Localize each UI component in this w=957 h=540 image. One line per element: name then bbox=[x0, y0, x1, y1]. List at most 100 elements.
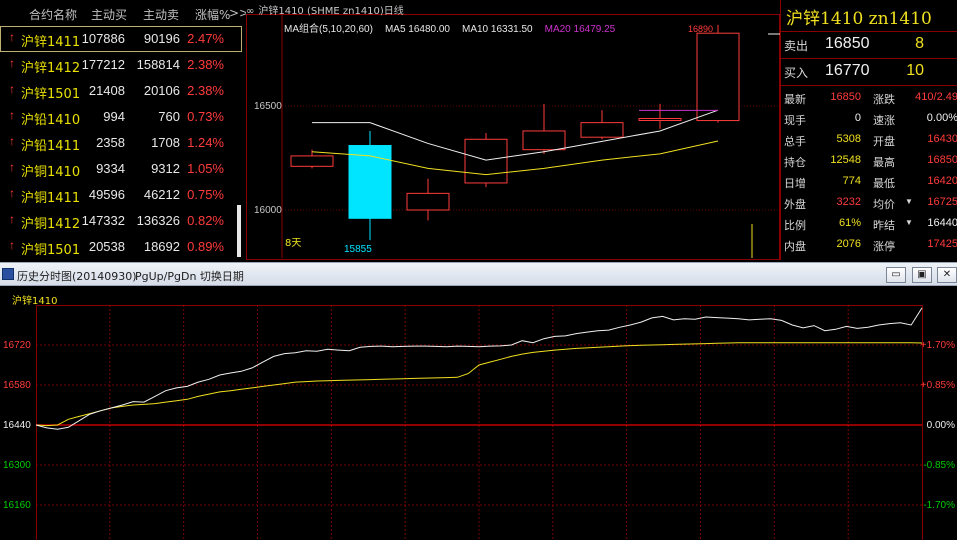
candle-body[interactable] bbox=[406, 192, 450, 211]
link-icon[interactable]: ∞ bbox=[246, 6, 254, 17]
stat-label: 昨结 bbox=[873, 219, 895, 232]
ma-legend: MA组合(5,10,20,60) MA5 16480.00 MA10 16331.5… bbox=[284, 20, 627, 35]
contract-name: 沪铜1410 bbox=[21, 165, 81, 180]
active-buy-value: 49596 bbox=[88, 187, 125, 202]
history-window-title: 历史分时图(20140930) bbox=[17, 270, 137, 283]
ask-price: 16850 bbox=[825, 35, 870, 52]
pct-tick-label: 0.00% bbox=[927, 420, 955, 431]
ma-legend-item: MA组合(5,10,20,60) bbox=[284, 24, 373, 35]
header-change-pct[interactable]: 涨幅% bbox=[195, 6, 230, 23]
stat-value: 5308 bbox=[836, 133, 861, 145]
ma-legend-item: MA5 16480.00 bbox=[384, 24, 450, 35]
bid-row: 买入 16770 10 bbox=[781, 60, 957, 84]
contract-name: 沪铜1411 bbox=[21, 191, 81, 206]
stat-label: 开盘 bbox=[873, 135, 895, 148]
bid-price: 16770 bbox=[825, 62, 870, 79]
pct-tick-label: +0.85% bbox=[921, 380, 955, 391]
up-arrow-icon: ↑ bbox=[9, 186, 15, 200]
quote-stat-row: 持仓 12548 最高 16850 bbox=[781, 151, 957, 170]
candle-body[interactable] bbox=[522, 130, 566, 151]
bid-label: 买入 bbox=[784, 66, 809, 80]
stat-value: 16725 bbox=[927, 196, 957, 208]
y-tick-label: 16000 bbox=[254, 205, 282, 216]
watchlist-row[interactable]: ↑ 沪锌1411 107886 90196 2.47% bbox=[0, 26, 242, 52]
candle-body[interactable] bbox=[348, 145, 392, 219]
daily-kline-chart[interactable]: 16500 16000 15855 16890 8天 ∞ 沪锌1410 (SHME zn1… bbox=[246, 0, 780, 260]
watchlist-row[interactable]: ↑ 沪铅1411 2358 1708 1.24% bbox=[0, 130, 242, 156]
up-arrow-icon: ↑ bbox=[9, 30, 15, 44]
watchlist-row[interactable]: ↑ 沪铅1410 994 760 0.73% bbox=[0, 104, 242, 130]
watchlist-row[interactable]: ↑ 沪锌1412 177212 158814 2.38% bbox=[0, 52, 242, 78]
price-tick-label: 16720 bbox=[3, 340, 31, 351]
quote-divider bbox=[781, 85, 957, 86]
change-pct-value: 1.24% bbox=[187, 135, 224, 150]
watchlist-scrollbar[interactable] bbox=[237, 205, 241, 257]
stat-label: 外盘 bbox=[784, 198, 806, 211]
watchlist-row[interactable]: ↑ 沪铜1501 20538 18692 0.89% bbox=[0, 234, 242, 260]
candle-body[interactable] bbox=[580, 122, 624, 138]
quote-divider bbox=[781, 58, 957, 59]
contract-name: 沪铜1501 bbox=[21, 243, 81, 258]
dropdown-arrow-icon[interactable]: ▼ bbox=[905, 197, 913, 206]
watchlist-row[interactable]: ↑ 沪铜1412 147332 136326 0.82% bbox=[0, 208, 242, 234]
ma-legend-item: MA10 16331.50 bbox=[462, 24, 533, 35]
header-active-sell[interactable]: 主动卖 bbox=[143, 6, 179, 23]
intraday-chart[interactable]: 16720 +1.70% 16580 +0.85% 16440 0.00% 16300 -0.… bbox=[0, 287, 957, 540]
stat-label: 涨停 bbox=[873, 240, 895, 253]
active-sell-value: 90196 bbox=[143, 31, 180, 46]
stat-value: 17425 bbox=[927, 238, 957, 250]
history-keys-hint: PgUp/PgDn 切换日期 bbox=[135, 270, 244, 283]
maximize-button[interactable]: ▣ bbox=[912, 267, 932, 283]
stat-label: 最低 bbox=[873, 177, 895, 190]
header-contract-name[interactable]: 合约名称 bbox=[29, 6, 77, 23]
candle-body[interactable] bbox=[696, 32, 740, 122]
active-buy-value: 9334 bbox=[96, 161, 125, 176]
pct-tick-label: +1.70% bbox=[921, 340, 955, 351]
price-tick-label: 16580 bbox=[3, 380, 31, 391]
high-price-label: 16890 bbox=[688, 24, 713, 34]
candle-body[interactable] bbox=[290, 155, 334, 167]
active-sell-value: 46212 bbox=[143, 187, 180, 202]
watchlist-row[interactable]: ↑ 沪铜1411 49596 46212 0.75% bbox=[0, 182, 242, 208]
active-sell-value: 158814 bbox=[136, 57, 180, 72]
candle-body[interactable] bbox=[464, 138, 508, 184]
stat-label: 内盘 bbox=[784, 240, 806, 253]
quote-stat-row: 最新 16850 涨跌 410/2.49 bbox=[781, 88, 957, 107]
dropdown-arrow-icon[interactable]: ▼ bbox=[905, 218, 913, 227]
active-sell-value: 9312 bbox=[151, 161, 180, 176]
active-buy-value: 107886 bbox=[81, 31, 125, 46]
up-arrow-icon: ↑ bbox=[9, 134, 15, 148]
pct-tick-label: -0.85% bbox=[923, 460, 955, 471]
quote-stat-row: 日增 774 最低 16420 bbox=[781, 172, 957, 191]
header-active-buy[interactable]: 主动买 bbox=[91, 6, 127, 23]
stat-value: 16430 bbox=[927, 133, 957, 145]
contract-name: 沪铅1410 bbox=[21, 113, 81, 128]
watchlist-row[interactable]: ↑ 沪铜1410 9334 9312 1.05% bbox=[0, 156, 242, 182]
watchlist-row[interactable]: ↑ 沪锌1501 21408 20106 2.38% bbox=[0, 78, 242, 104]
up-arrow-icon: ↑ bbox=[9, 238, 15, 252]
watchlist-header: 合约名称 主动买 主动卖 涨幅% >> bbox=[0, 0, 249, 26]
stat-value: 2076 bbox=[836, 238, 861, 250]
close-button[interactable]: ✕ bbox=[937, 267, 957, 283]
change-pct-value: 0.73% bbox=[187, 109, 224, 124]
quote-panel: 沪锌1410 zn1410 卖出 16850 8 买入 16770 10 最新 1… bbox=[780, 0, 957, 260]
up-arrow-icon: ↑ bbox=[9, 108, 15, 122]
contract-name: 沪锌1412 bbox=[21, 61, 81, 76]
candle-body[interactable] bbox=[638, 117, 682, 121]
minimize-button[interactable]: ▭ bbox=[886, 267, 906, 283]
quote-stat-row: 外盘 3232 均价 ▼ 16725 bbox=[781, 193, 957, 212]
active-buy-value: 177212 bbox=[81, 57, 125, 72]
bid-volume: 10 bbox=[906, 62, 924, 79]
stat-label: 最高 bbox=[873, 156, 895, 169]
change-pct-value: 1.05% bbox=[187, 161, 224, 176]
up-arrow-icon: ↑ bbox=[9, 82, 15, 96]
active-sell-value: 760 bbox=[158, 109, 180, 124]
active-sell-value: 136326 bbox=[136, 213, 180, 228]
active-buy-value: 20538 bbox=[88, 239, 125, 254]
change-pct-value: 2.38% bbox=[187, 57, 224, 72]
price-tick-label: 16440 bbox=[3, 420, 31, 431]
intraday-symbol: 沪锌1410 bbox=[12, 296, 58, 307]
stat-label: 速涨 bbox=[873, 114, 895, 127]
history-window-titlebar[interactable]: 历史分时图(20140930) PgUp/PgDn 切换日期 ▭ ▣ ✕ bbox=[0, 262, 957, 286]
stat-label: 比例 bbox=[784, 219, 806, 232]
